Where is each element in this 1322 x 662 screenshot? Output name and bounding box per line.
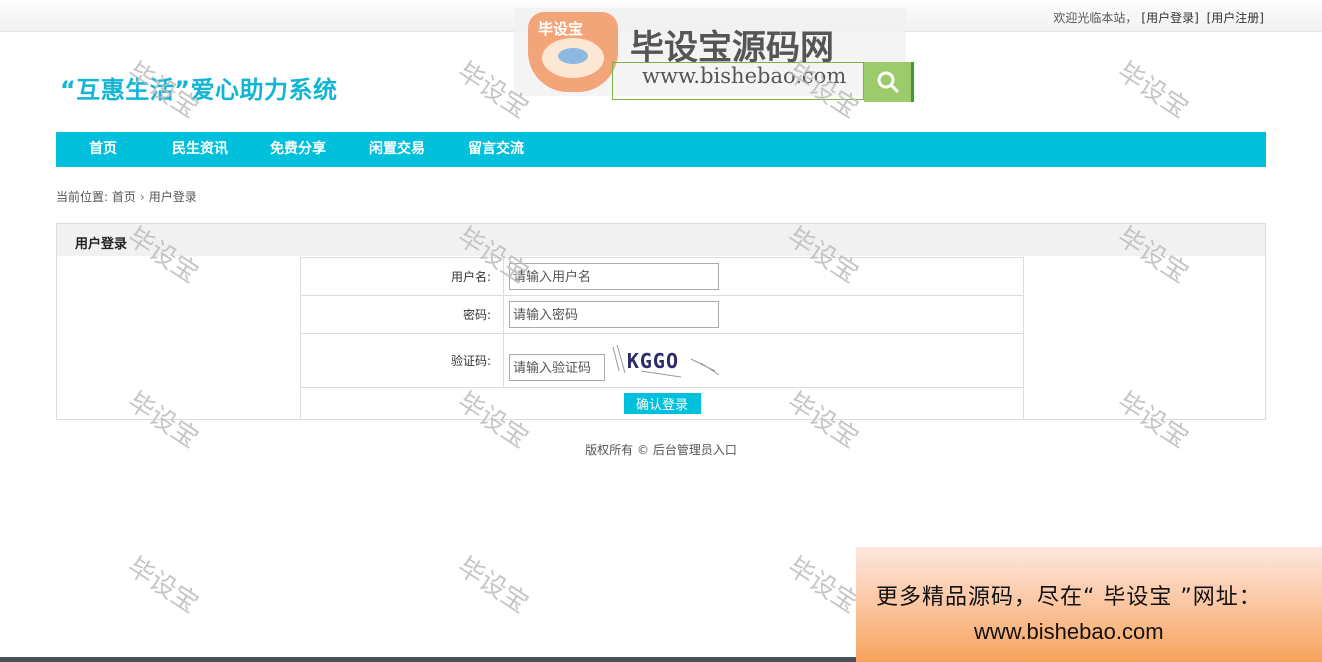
username-row: 用户名: bbox=[300, 257, 1024, 296]
watermark-text: 毕设宝 bbox=[121, 551, 204, 620]
username-label: 用户名: bbox=[300, 257, 504, 296]
admin-entry-link[interactable]: 后台管理员入口 bbox=[653, 443, 737, 457]
copyright-text: 版权所有 © bbox=[585, 443, 649, 457]
promo-banner: 更多精品源码，尽在“ 毕设宝 ”网址： www.bishebao.com bbox=[856, 547, 1322, 662]
captcha-input[interactable] bbox=[509, 353, 605, 381]
captcha-text: KGGO bbox=[626, 348, 679, 373]
captcha-label: 验证码: bbox=[300, 333, 504, 388]
watermark-text: 毕设宝 bbox=[451, 551, 534, 620]
confirm-login-button[interactable]: 确认登录 bbox=[623, 393, 701, 414]
taskbar-strip bbox=[0, 657, 856, 662]
watermark-text: 毕设宝 bbox=[781, 551, 864, 620]
search-button[interactable] bbox=[864, 62, 914, 102]
breadcrumb-home[interactable]: 首页 bbox=[112, 190, 136, 204]
main-nav: 首页 民生资讯 免费分享 闲置交易 留言交流 bbox=[56, 132, 1266, 167]
promo-line-1: 更多精品源码，尽在“ 毕设宝 ”网址： bbox=[876, 585, 1262, 610]
panel-header: 用户登录 bbox=[57, 224, 1265, 256]
captcha-image[interactable]: KGGO bbox=[611, 341, 721, 381]
welcome-text: 欢迎光临本站， bbox=[1053, 11, 1138, 25]
password-input[interactable] bbox=[509, 301, 719, 328]
breadcrumb-prefix: 当前位置: bbox=[56, 190, 109, 204]
nav-item-home[interactable]: 首页 bbox=[89, 132, 117, 167]
submit-row: 确认登录 bbox=[300, 387, 1024, 420]
breadcrumb-current: 用户登录 bbox=[148, 190, 197, 204]
top-links: 欢迎光临本站， [用户登录] [用户注册] bbox=[1053, 9, 1264, 26]
promo-url: www.bishebao.com bbox=[974, 619, 1164, 644]
login-link[interactable]: [用户登录] bbox=[1141, 11, 1198, 25]
captcha-row: 验证码: KGGO bbox=[300, 333, 1024, 388]
nav-item-news[interactable]: 民生资讯 bbox=[172, 132, 228, 167]
logo-eye-shape bbox=[558, 48, 588, 64]
footer: 版权所有 © 后台管理员入口 bbox=[0, 441, 1322, 458]
login-panel: 用户登录 用户名: 密码: 验证码: KGGO bbox=[56, 223, 1266, 420]
logo-text: 毕设宝 bbox=[538, 20, 584, 38]
watermark-text: 毕设宝 bbox=[1111, 56, 1194, 125]
password-label: 密码: bbox=[300, 295, 504, 334]
register-link[interactable]: [用户注册] bbox=[1207, 11, 1264, 25]
nav-item-trade[interactable]: 闲置交易 bbox=[369, 132, 425, 167]
panel-title: 用户登录 bbox=[75, 237, 128, 252]
nav-item-share[interactable]: 免费分享 bbox=[270, 132, 326, 167]
username-input[interactable] bbox=[509, 263, 719, 290]
watermark-logo: 毕设宝 bbox=[528, 12, 618, 92]
login-form: 用户名: 密码: 验证码: KGGO bbox=[300, 257, 1024, 420]
password-row: 密码: bbox=[300, 295, 1024, 334]
breadcrumb: 当前位置: 首页 › 用户登录 bbox=[56, 188, 197, 205]
watermark-text: 毕设宝 bbox=[121, 56, 204, 125]
breadcrumb-separator: › bbox=[139, 190, 145, 204]
nav-item-messages[interactable]: 留言交流 bbox=[468, 132, 524, 167]
search-icon bbox=[877, 71, 900, 94]
